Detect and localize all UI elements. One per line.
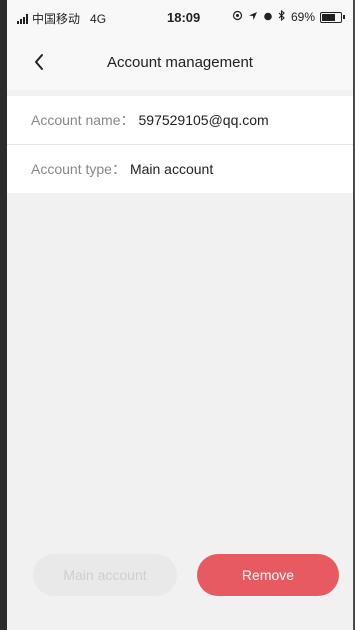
account-type-value: Main account [129, 161, 214, 177]
carrier-name: 中国移动 [32, 12, 81, 26]
signal-icon [17, 13, 28, 24]
bluetooth-icon [278, 9, 286, 24]
account-name-label: Account name： [31, 112, 135, 128]
battery-percent: 69% [290, 10, 315, 24]
navigation-arrow-icon [248, 10, 258, 24]
account-info-card: Account name： 597529105@qq.com Account t… [7, 96, 353, 193]
account-name-row: Account name： 597529105@qq.com [7, 96, 353, 145]
status-right: 69% [232, 9, 345, 24]
app-screen: 中国移动 4G 18:09 69% Account management Acc… [0, 0, 355, 630]
battery-tip-icon [343, 15, 345, 19]
alarm-icon [263, 10, 273, 24]
status-bar: 中国移动 4G 18:09 69% [7, 0, 353, 34]
left-frame-edge [0, 0, 7, 630]
location-icon [232, 10, 243, 24]
account-name-value: 597529105@qq.com [138, 112, 269, 128]
account-type-label: Account type： [31, 161, 126, 177]
status-left: 中国移动 4G [17, 10, 106, 27]
network-type: 4G [90, 11, 107, 26]
status-time: 18:09 [167, 10, 201, 25]
navigation-bar: Account management [7, 34, 353, 90]
page-title: Account management [107, 54, 253, 71]
battery-icon [320, 11, 342, 23]
account-type-row: Account type： Main account [7, 145, 353, 193]
remove-button[interactable]: Remove [197, 554, 339, 596]
main-account-button[interactable]: Main account [33, 554, 177, 596]
